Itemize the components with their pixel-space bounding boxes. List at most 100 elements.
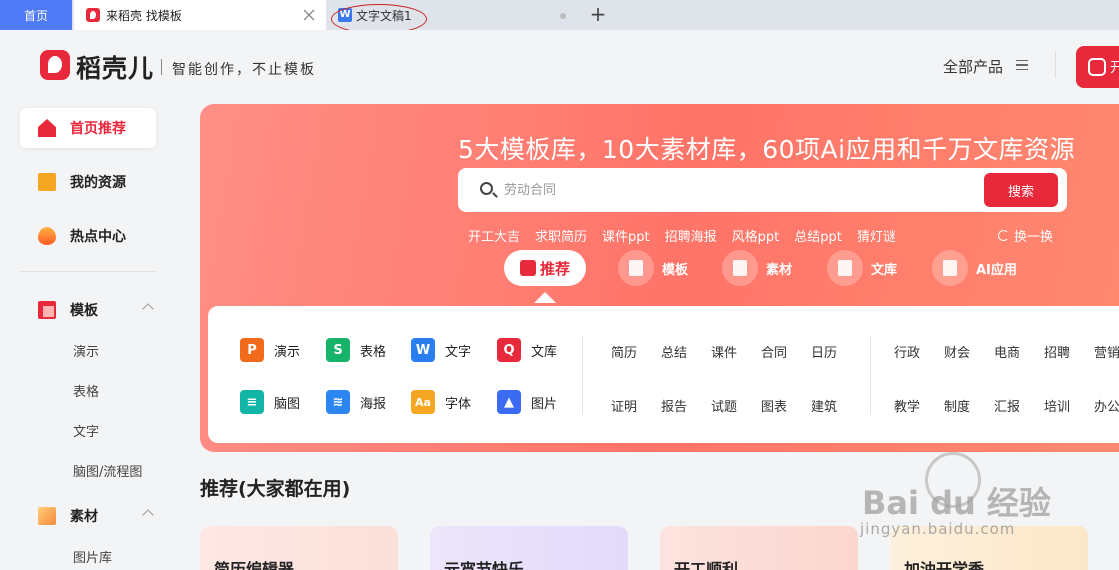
tag-link[interactable]: 报告 xyxy=(661,396,687,415)
sidebar-item-home[interactable]: 首页推荐 xyxy=(20,108,156,148)
tag-link[interactable]: 招聘 xyxy=(1044,342,1070,361)
sidebar-item-template[interactable]: 模板 xyxy=(20,290,156,330)
app-slides[interactable]: P 演示 xyxy=(240,338,300,362)
sidebar-subitem-docs[interactable]: 文字 xyxy=(73,421,99,440)
tab-ai-apps[interactable]: AI应用 xyxy=(932,250,1017,286)
new-tab-button[interactable]: + xyxy=(586,3,610,27)
tab-home[interactable]: 首页 xyxy=(0,0,72,30)
app-label: 海报 xyxy=(360,396,387,412)
recommend-card[interactable]: 元宵节快乐 xyxy=(430,526,628,570)
tag-link[interactable]: 合同 xyxy=(761,342,787,361)
tag-link[interactable]: 总结 xyxy=(661,342,687,361)
app-sheets[interactable]: S 表格 xyxy=(326,338,386,362)
tab-material[interactable]: 素材 xyxy=(722,250,792,286)
hot-link[interactable]: 开工大吉 xyxy=(468,226,520,245)
docer-logo-icon[interactable] xyxy=(40,50,70,80)
tag-link[interactable]: 证明 xyxy=(611,396,637,415)
tag-link[interactable]: 汇报 xyxy=(994,396,1020,415)
sidebar: 首页推荐 我的资源 热点中心 模板 演示 表格 文字 脑图/流程图 素材 图片库 xyxy=(0,102,175,570)
divider xyxy=(20,271,156,272)
hot-link[interactable]: 猜灯谜 xyxy=(857,226,896,245)
chevron-up-icon[interactable] xyxy=(142,509,154,521)
tag-link[interactable]: 图表 xyxy=(761,396,787,415)
hot-link[interactable]: 课件ppt xyxy=(602,226,650,245)
tab-recommend[interactable]: 推荐 xyxy=(504,250,586,286)
tag-link[interactable]: 教学 xyxy=(894,396,920,415)
tag-link[interactable]: 电商 xyxy=(994,342,1020,361)
sidebar-item-material[interactable]: 素材 xyxy=(20,496,156,536)
search-input[interactable] xyxy=(504,180,964,200)
tab-template[interactable]: 模板 xyxy=(618,250,688,286)
banner-title: 5大模板库，10大素材库，60项Ai应用和千万文库资源 xyxy=(458,135,1076,164)
tab-label: 文库 xyxy=(871,262,898,278)
all-products-link[interactable]: 全部产品 xyxy=(943,56,1003,77)
tag-link[interactable]: 日历 xyxy=(811,342,837,361)
chevron-up-icon[interactable] xyxy=(142,303,154,315)
tab-docer-label: 来稻壳 找模板 xyxy=(106,8,182,23)
app-label: 文库 xyxy=(531,344,558,360)
recommend-card[interactable]: 简历编辑器 xyxy=(200,526,398,570)
close-icon[interactable] xyxy=(302,8,316,22)
browser-tab-bar: 首页 来稻壳 找模板 W 文字文稿1 + xyxy=(0,0,1119,34)
tag-link[interactable]: 建筑 xyxy=(811,396,837,415)
divider xyxy=(582,336,583,414)
menu-icon[interactable] xyxy=(1016,60,1028,70)
divider xyxy=(870,336,871,414)
tag-link[interactable]: 办公 xyxy=(1094,396,1119,415)
tag-link[interactable]: 营销 xyxy=(1094,342,1119,361)
home-icon xyxy=(38,119,56,137)
sidebar-item-my-resources[interactable]: 我的资源 xyxy=(20,162,156,202)
section-title: 推荐(大家都在用) xyxy=(200,478,351,500)
app-library[interactable]: Q 文库 xyxy=(497,338,557,362)
search-icon xyxy=(480,182,493,195)
sidebar-subitem-image-library[interactable]: 图片库 xyxy=(73,547,112,566)
hot-link[interactable]: 招聘海报 xyxy=(665,226,717,245)
hot-link[interactable]: 风格ppt xyxy=(732,226,780,245)
hot-link[interactable]: 求职简历 xyxy=(535,226,587,245)
sidebar-item-label: 热点中心 xyxy=(70,229,126,245)
app-label: 文字 xyxy=(445,344,472,360)
sidebar-subitem-slides[interactable]: 演示 xyxy=(73,341,99,360)
unsaved-dot-icon xyxy=(560,13,566,19)
template-icon xyxy=(618,250,654,286)
tag-link[interactable]: 财会 xyxy=(944,342,970,361)
tag-link[interactable]: 简历 xyxy=(611,342,637,361)
image-icon: ▲ xyxy=(497,390,521,414)
tag-link[interactable]: 试题 xyxy=(711,396,737,415)
sidebar-item-label: 首页推荐 xyxy=(70,121,126,137)
tag-link[interactable]: 培训 xyxy=(1044,396,1070,415)
image-icon xyxy=(38,507,56,525)
app-image[interactable]: ▲ 图片 xyxy=(497,390,557,414)
mindmap-icon: ≡ xyxy=(240,390,264,414)
template-icon xyxy=(38,301,56,319)
tag-link[interactable]: 制度 xyxy=(944,396,970,415)
app-font[interactable]: Aa 字体 xyxy=(411,390,471,414)
watermark-text: Bai du 经验 xyxy=(862,484,1051,522)
app-mindmap[interactable]: ≡ 脑图 xyxy=(240,390,300,414)
quick-access-panel: P 演示 S 表格 W 文字 Q 文库 ≡ 脑图 ≋ 海报 Aa 字体 ▲ 图片… xyxy=(208,306,1119,443)
open-button[interactable]: 开 xyxy=(1076,46,1119,88)
refresh-label: 换一换 xyxy=(1014,230,1054,245)
sidebar-subitem-sheets[interactable]: 表格 xyxy=(73,381,99,400)
ai-icon xyxy=(932,250,968,286)
tab-library[interactable]: 文库 xyxy=(827,250,897,286)
sidebar-item-hot-center[interactable]: 热点中心 xyxy=(20,216,156,256)
tag-link[interactable]: 课件 xyxy=(711,342,737,361)
card-label: 简历编辑器 xyxy=(214,560,295,570)
tab-label: 素材 xyxy=(766,262,793,278)
watermark-url: jingyan.baidu.com xyxy=(860,520,1016,538)
docer-logo-icon xyxy=(86,8,100,22)
hot-link[interactable]: 总结ppt xyxy=(794,226,842,245)
sidebar-subitem-mindmap[interactable]: 脑图/流程图 xyxy=(73,461,142,480)
tag-link[interactable]: 行政 xyxy=(894,342,920,361)
recommend-card[interactable]: 开工顺利 xyxy=(660,526,858,570)
font-icon: Aa xyxy=(411,390,435,414)
search-box: 搜索 xyxy=(458,168,1067,212)
app-writer[interactable]: W 文字 xyxy=(411,338,471,362)
brand-name[interactable]: 稻壳儿 xyxy=(76,49,154,85)
search-button[interactable]: 搜索 xyxy=(984,173,1058,207)
refresh-button[interactable]: 换一换 xyxy=(998,226,1053,245)
app-poster[interactable]: ≋ 海报 xyxy=(326,390,386,414)
tab-docer[interactable]: 来稻壳 找模板 xyxy=(74,0,326,30)
app-label: 脑图 xyxy=(274,396,301,412)
